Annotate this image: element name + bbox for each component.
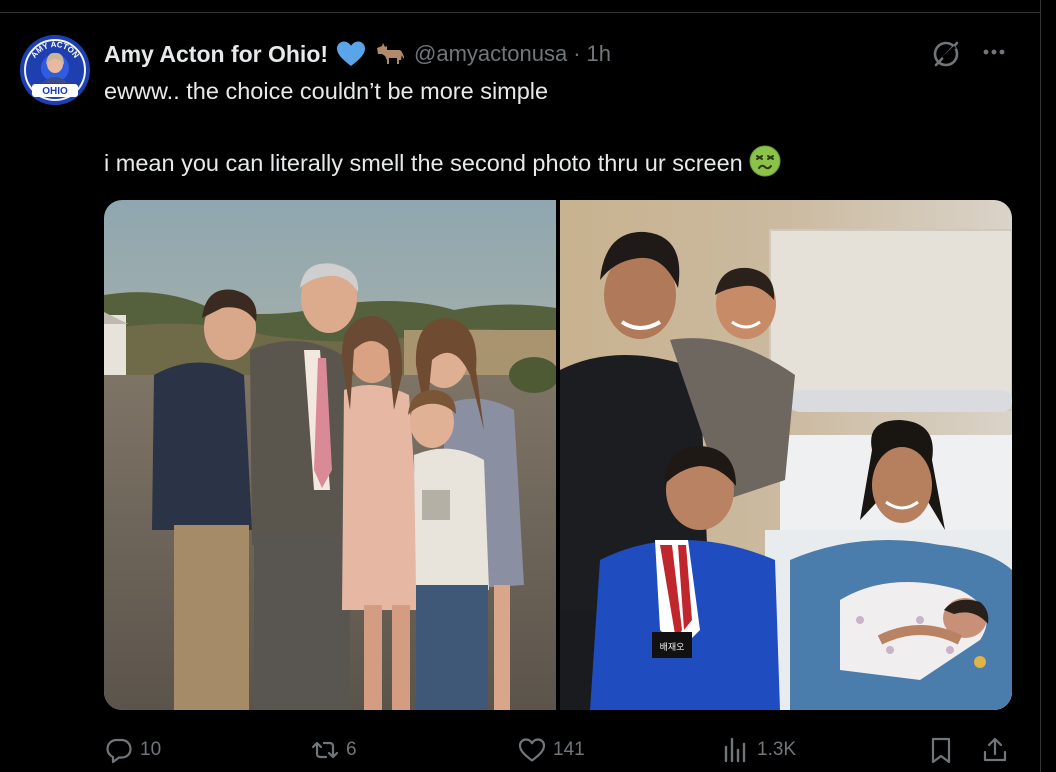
bookmark-icon	[931, 737, 951, 764]
like-button[interactable]: 141	[517, 730, 585, 770]
photo-left[interactable]	[104, 200, 556, 710]
more-icon[interactable]	[978, 40, 1010, 64]
reply-button[interactable]: 10	[104, 730, 161, 770]
post[interactable]: AMY ACTON OHIO Amy Acton for Ohio! @amya…	[0, 0, 1056, 772]
repost-icon	[311, 741, 339, 759]
views-icon	[724, 737, 746, 763]
post-text-line-1: ewww.. the choice couldn’t be more simpl…	[104, 78, 549, 104]
post-text: ewww.. the choice couldn’t be more simpl…	[104, 76, 1004, 179]
handle[interactable]: @amyactonusa	[414, 41, 567, 67]
family-photo-hospital: 배재오	[560, 200, 1012, 710]
post-text-line-2: i mean you can literally smell the secon…	[104, 150, 743, 176]
uniform-patch-text: 배재오	[660, 642, 685, 653]
photo-right[interactable]: 배재오	[560, 200, 1012, 710]
nauseated-face-emoji-icon	[749, 145, 781, 177]
repost-button[interactable]: 6	[310, 730, 357, 770]
top-divider	[0, 12, 1040, 13]
media-grid: 배재오	[104, 200, 1012, 710]
blue-heart-icon	[336, 40, 366, 68]
family-photo-outdoors	[104, 200, 556, 710]
share-button[interactable]	[980, 730, 1010, 770]
timestamp[interactable]: 1h	[587, 41, 611, 67]
heart-icon	[518, 738, 546, 762]
post-text-line-2-wrap: i mean you can literally smell the secon…	[104, 145, 1004, 179]
avatar-image: AMY ACTON OHIO	[20, 35, 90, 105]
grok-icon[interactable]	[930, 38, 962, 70]
display-name[interactable]: Amy Acton for Ohio!	[104, 41, 328, 68]
repost-count: 6	[346, 739, 357, 760]
like-count: 141	[553, 739, 585, 760]
separator-dot: ·	[573, 41, 581, 66]
reply-icon	[106, 738, 132, 764]
avatar-text-bottom: OHIO	[42, 86, 68, 97]
post-header: Amy Acton for Ohio! @amyactonusa · 1h	[104, 38, 611, 70]
reply-count: 10	[140, 739, 162, 760]
donkey-icon	[374, 42, 405, 66]
avatar[interactable]: AMY ACTON OHIO	[20, 35, 90, 105]
share-icon	[983, 737, 1007, 762]
views-button[interactable]: 1.3K	[721, 730, 796, 770]
right-divider	[1040, 0, 1041, 772]
views-count: 1.3K	[757, 739, 797, 760]
bookmark-button[interactable]	[926, 730, 956, 770]
action-bar: 10 6 141 1.3K	[0, 730, 1040, 770]
